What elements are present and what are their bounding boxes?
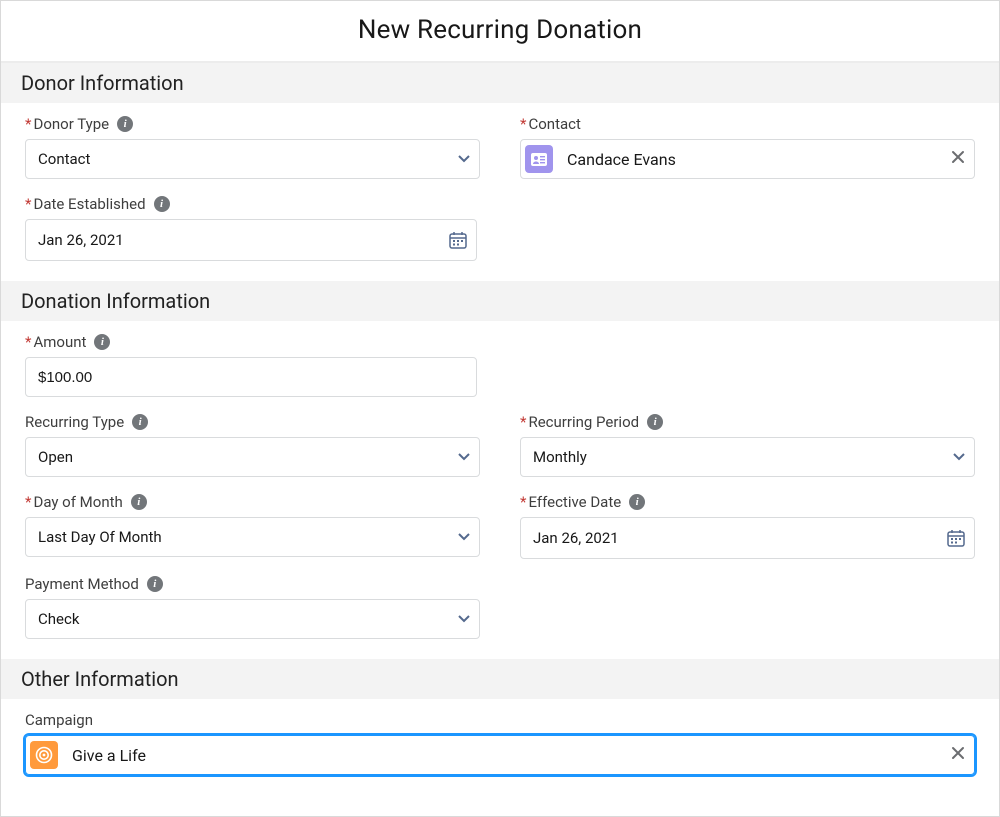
label-recurring-period: *Recurring Period i [520, 413, 975, 431]
section-donor: *Donor Type i Contact *Contact [1, 103, 999, 281]
section-donation: *Amount i Recurring Type i Open [1, 321, 999, 659]
field-amount: *Amount i [25, 333, 480, 397]
clear-campaign-button[interactable] [951, 746, 965, 764]
contact-icon [525, 145, 553, 173]
required-star: * [25, 493, 31, 511]
required-star: * [520, 493, 526, 511]
label-text: Date Established [33, 195, 145, 213]
label-date-established: *Date Established i [25, 195, 480, 213]
amount-input[interactable] [25, 357, 477, 397]
contact-lookup[interactable]: Candace Evans [520, 139, 975, 179]
field-campaign: Campaign Give a Life [25, 711, 975, 775]
clear-contact-button[interactable] [951, 150, 965, 168]
effective-date-input[interactable]: Jan 26, 2021 [520, 517, 975, 559]
label-amount: *Amount i [25, 333, 480, 351]
date-established-input[interactable]: Jan 26, 2021 [25, 219, 477, 261]
required-star: * [25, 115, 31, 133]
label-text: Payment Method [25, 575, 139, 593]
info-icon[interactable]: i [131, 494, 147, 510]
page-title: New Recurring Donation [1, 1, 999, 63]
label-text: Day of Month [33, 493, 122, 511]
label-text: Donor Type [33, 115, 109, 133]
field-effective-date: *Effective Date i Jan 26, 2021 [520, 493, 975, 559]
field-recurring-period: *Recurring Period i Monthly [520, 413, 975, 477]
label-payment-method: Payment Method i [25, 575, 480, 593]
field-payment-method: Payment Method i Check [25, 575, 480, 639]
info-icon[interactable]: i [132, 414, 148, 430]
label-recurring-type: Recurring Type i [25, 413, 480, 431]
lookup-value: Candace Evans [563, 150, 676, 169]
campaign-icon [30, 741, 58, 769]
section-other: Campaign Give a Life [1, 699, 999, 795]
donor-type-select[interactable]: Contact [25, 139, 480, 179]
info-icon[interactable]: i [94, 334, 110, 350]
campaign-lookup[interactable]: Give a Life [25, 735, 975, 775]
label-text: Amount [33, 333, 86, 351]
required-star: * [25, 195, 31, 213]
day-of-month-select[interactable]: Last Day Of Month [25, 517, 480, 557]
label-text: Campaign [25, 711, 93, 729]
label-day-of-month: *Day of Month i [25, 493, 480, 511]
section-header-donor: Donor Information [1, 63, 999, 103]
label-donor-type: *Donor Type i [25, 115, 480, 133]
info-icon[interactable]: i [117, 116, 133, 132]
select-value: Check [38, 610, 79, 628]
label-text: Contact [528, 115, 580, 133]
lookup-value: Give a Life [68, 746, 146, 765]
modal-new-recurring-donation: New Recurring Donation Donor Information… [0, 0, 1000, 817]
label-text: Recurring Type [25, 413, 124, 431]
select-value: Open [38, 448, 73, 466]
payment-method-select[interactable]: Check [25, 599, 480, 639]
info-icon[interactable]: i [154, 196, 170, 212]
required-star: * [25, 333, 31, 351]
info-icon[interactable]: i [647, 414, 663, 430]
label-campaign: Campaign [25, 711, 975, 729]
recurring-type-select[interactable]: Open [25, 437, 480, 477]
label-contact: *Contact [520, 115, 975, 133]
recurring-period-select[interactable]: Monthly [520, 437, 975, 477]
info-icon[interactable]: i [629, 494, 645, 510]
field-contact: *Contact Candace Evans [520, 115, 975, 179]
label-text: Recurring Period [528, 413, 639, 431]
field-recurring-type: Recurring Type i Open [25, 413, 480, 477]
select-value: Contact [38, 150, 90, 168]
field-donor-type: *Donor Type i Contact [25, 115, 480, 179]
label-effective-date: *Effective Date i [520, 493, 975, 511]
form-body: Donor Information *Donor Type i Contact [1, 63, 999, 795]
required-star: * [520, 413, 526, 431]
section-header-donation: Donation Information [1, 281, 999, 321]
date-value: Jan 26, 2021 [38, 231, 124, 249]
field-day-of-month: *Day of Month i Last Day Of Month [25, 493, 480, 559]
date-value: Jan 26, 2021 [533, 529, 619, 547]
select-value: Last Day Of Month [38, 528, 162, 546]
required-star: * [520, 115, 526, 133]
section-header-other: Other Information [1, 659, 999, 699]
field-date-established: *Date Established i Jan 26, 2021 [25, 195, 480, 261]
info-icon[interactable]: i [147, 576, 163, 592]
select-value: Monthly [533, 448, 587, 466]
label-text: Effective Date [528, 493, 621, 511]
